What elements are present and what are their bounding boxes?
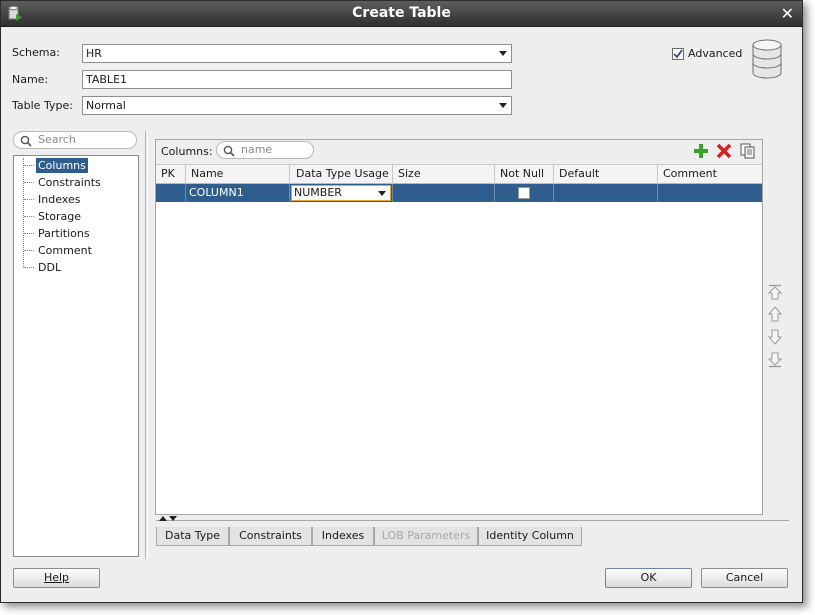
name-field[interactable]: TABLE1	[82, 70, 512, 89]
table-type-label: Table Type:	[12, 99, 73, 112]
tree-connector	[23, 158, 24, 268]
tree-connector	[24, 165, 34, 166]
tab-identity-column[interactable]: Identity Column	[478, 527, 582, 546]
nav-item-storage[interactable]: Storage	[36, 209, 83, 224]
schema-label: Schema:	[12, 46, 60, 59]
chevron-down-icon	[499, 51, 507, 56]
cell-not-null[interactable]	[495, 184, 554, 202]
close-icon[interactable]: ✕	[781, 4, 794, 23]
move-up-icon[interactable]	[768, 306, 782, 322]
cell-name[interactable]: COLUMN1	[186, 184, 290, 202]
column-header-comment[interactable]: Comment	[658, 165, 762, 184]
not-null-checkbox[interactable]	[518, 187, 530, 199]
nav-item-columns[interactable]: Columns	[36, 158, 88, 173]
columns-filter-input[interactable]: name	[216, 141, 314, 159]
panel-splitter[interactable]	[145, 131, 148, 559]
nav-tree: Columns Constraints Indexes Storage Part…	[13, 155, 139, 557]
columns-label: Columns:	[161, 145, 213, 158]
chevron-down-icon	[378, 191, 386, 196]
tree-connector	[24, 250, 34, 251]
advanced-label: Advanced	[688, 47, 743, 60]
delete-icon[interactable]	[716, 143, 732, 159]
advanced-checkbox[interactable]	[672, 48, 684, 60]
create-table-dialog: Create Table ✕ Schema: HR Name: TABLE1 T…	[0, 0, 803, 603]
dialog-title: Create Table	[352, 5, 451, 21]
tree-connector	[24, 233, 34, 234]
nav-search-placeholder: Search	[38, 133, 76, 146]
cell-size[interactable]	[393, 184, 495, 202]
nav-item-partitions[interactable]: Partitions	[36, 226, 92, 241]
title-bar: Create Table ✕	[1, 1, 802, 27]
nav-search-input[interactable]: Search	[13, 131, 137, 149]
cell-comment[interactable]	[658, 184, 762, 202]
tab-constraints[interactable]: Constraints	[229, 527, 312, 546]
columns-filter-placeholder: name	[241, 143, 273, 156]
name-label: Name:	[12, 73, 49, 86]
schema-dropdown[interactable]: HR	[82, 44, 512, 63]
search-icon	[223, 145, 235, 157]
tree-connector	[24, 216, 34, 217]
cancel-button[interactable]: Cancel	[701, 568, 788, 588]
help-button-label: Help	[43, 571, 70, 584]
tree-connector	[24, 267, 34, 268]
column-header-size[interactable]: Size	[393, 165, 495, 184]
tab-data-type[interactable]: Data Type	[156, 527, 229, 546]
table-row[interactable]: COLUMN1 NUMBER	[156, 184, 762, 202]
cell-data-type[interactable]: NUMBER	[290, 184, 393, 202]
move-bottom-icon[interactable]	[768, 352, 782, 368]
detail-divider	[156, 515, 789, 521]
help-button[interactable]: Help	[13, 568, 100, 588]
chevron-down-icon	[499, 103, 507, 108]
data-type-value: NUMBER	[294, 186, 342, 199]
expand-collapse-icon[interactable]	[158, 514, 180, 522]
column-header-name[interactable]: Name	[186, 165, 290, 184]
database-icon	[752, 39, 782, 79]
tree-connector	[24, 182, 34, 183]
ok-button-label: OK	[640, 571, 657, 584]
search-icon	[20, 135, 32, 147]
add-icon[interactable]	[693, 143, 709, 159]
tab-indexes[interactable]: Indexes	[312, 527, 374, 546]
data-type-dropdown[interactable]: NUMBER	[291, 185, 391, 201]
schema-value: HR	[86, 47, 102, 60]
column-header-not-null[interactable]: Not Null	[495, 165, 554, 184]
column-header-pk[interactable]: PK	[156, 165, 186, 184]
tree-connector	[24, 199, 34, 200]
copy-icon[interactable]	[740, 143, 756, 159]
cell-default[interactable]	[554, 184, 658, 202]
tab-lob-parameters: LOB Parameters	[374, 527, 478, 546]
table-type-value: Normal	[86, 99, 126, 112]
nav-item-comment[interactable]: Comment	[36, 243, 94, 258]
table-type-dropdown[interactable]: Normal	[82, 96, 512, 115]
ok-button[interactable]: OK	[605, 568, 692, 588]
cancel-button-label: Cancel	[725, 571, 764, 584]
column-header-default[interactable]: Default	[554, 165, 658, 184]
column-header-data-type[interactable]: Data Type Usage	[290, 165, 393, 184]
checkmark-icon	[673, 49, 683, 59]
nav-item-ddl[interactable]: DDL	[36, 260, 63, 275]
move-top-icon[interactable]	[768, 284, 782, 300]
cell-pk[interactable]	[156, 184, 186, 202]
columns-grid-header: PK Name Data Type Usage Size Not Null De…	[156, 165, 762, 184]
nav-item-constraints[interactable]: Constraints	[36, 175, 103, 190]
move-down-icon[interactable]	[768, 329, 782, 345]
nav-item-indexes[interactable]: Indexes	[36, 192, 82, 207]
